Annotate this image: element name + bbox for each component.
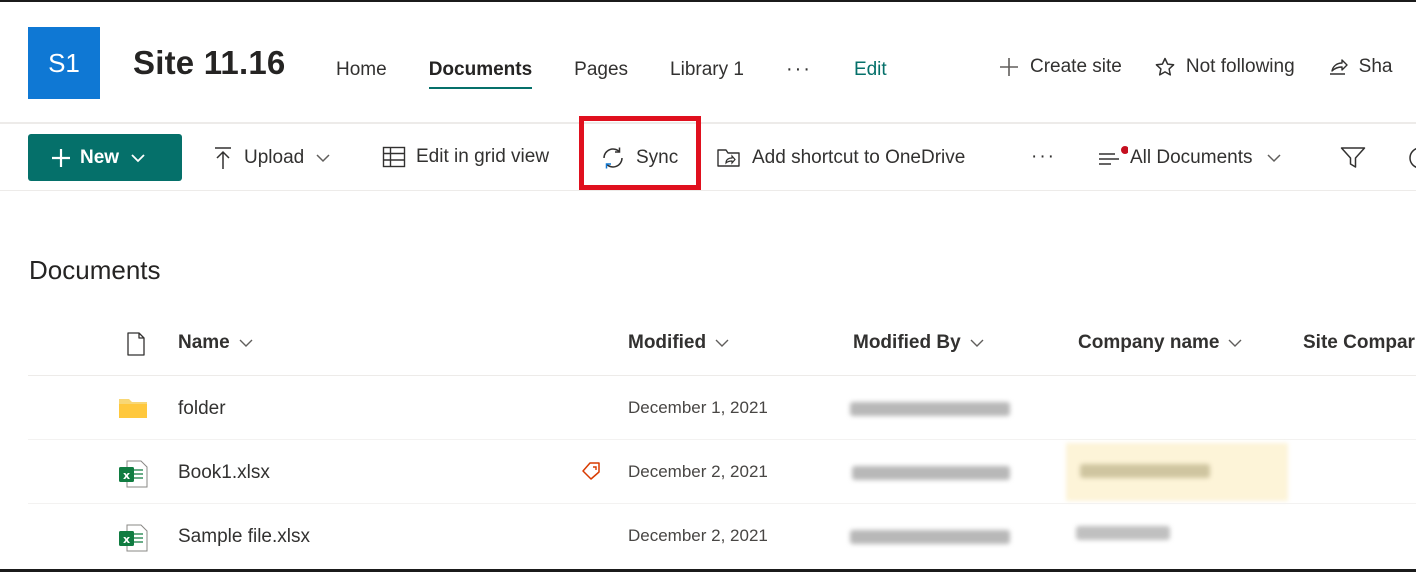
create-site-label: Create site: [1030, 56, 1122, 77]
name-column-label: Name: [178, 332, 230, 353]
site-nav: Home Documents Pages Library 1 ··· Edit: [336, 58, 887, 89]
plus-icon: [52, 148, 70, 167]
list-view-icon: [1099, 146, 1128, 165]
nav-more-button[interactable]: ···: [786, 58, 812, 89]
excel-icon: x: [119, 460, 148, 488]
svg-text:x: x: [123, 469, 130, 482]
nav-library-1[interactable]: Library 1: [670, 59, 744, 89]
redacted-modified-by: [850, 402, 1010, 416]
header-actions: Create site Not following Sha: [998, 56, 1416, 78]
upload-icon: [215, 147, 231, 169]
share-label: Sha: [1358, 56, 1393, 77]
edit-grid-view-button[interactable]: Edit in grid view: [382, 146, 549, 168]
name-column-header[interactable]: Name: [178, 332, 254, 354]
site-title[interactable]: Site 11.16: [133, 44, 285, 82]
sync-highlight-annotation: [579, 116, 701, 190]
library-title: Documents: [29, 255, 161, 285]
modified-date: December 2, 2021: [628, 462, 768, 481]
new-label: New: [80, 146, 120, 168]
svg-text:x: x: [123, 533, 130, 546]
modified-date: December 2, 2021: [628, 526, 768, 545]
modified-by-column-label: Modified By: [853, 332, 961, 353]
redacted-modified-by: [850, 530, 1010, 544]
chevron-down-icon: [316, 154, 330, 163]
modified-date: December 1, 2021: [628, 398, 768, 417]
share-icon: [1329, 59, 1348, 75]
table-row[interactable]: x Book1.xlsx December 2, 2021: [0, 440, 1416, 504]
info-icon: [1409, 148, 1416, 168]
not-following-button[interactable]: Not following: [1154, 56, 1295, 78]
file-icon: [127, 332, 145, 356]
chevron-down-icon: [1266, 154, 1281, 163]
chevron-down-icon: [1228, 339, 1242, 347]
view-label: All Documents: [1130, 147, 1253, 168]
command-bar-divider: [0, 190, 1416, 191]
company-name-column-header[interactable]: Company name: [1078, 332, 1243, 354]
view-switcher[interactable]: All Documents: [1098, 146, 1293, 170]
file-name[interactable]: Sample file.xlsx: [178, 526, 310, 548]
table-row[interactable]: x Sample file.xlsx December 2, 2021: [0, 504, 1416, 568]
not-following-label: Not following: [1185, 56, 1295, 77]
modified-column-label: Modified: [628, 332, 707, 353]
nav-pages[interactable]: Pages: [574, 59, 628, 89]
site-company-column-label: Site Compar: [1303, 332, 1415, 353]
table-header: Name Modified Modified By Company name S…: [0, 322, 1416, 376]
site-header: S1 Site 11.16 Home Documents Pages Libra…: [0, 2, 1416, 122]
add-shortcut-label: Add shortcut to OneDrive: [752, 147, 966, 168]
table-row[interactable]: folder December 1, 2021: [0, 376, 1416, 440]
modified-by-column-header[interactable]: Modified By: [853, 332, 985, 354]
chevron-down-icon: [239, 339, 253, 347]
site-company-column-header[interactable]: Site Compar: [1303, 332, 1415, 354]
star-icon: [1155, 57, 1175, 76]
filter-button[interactable]: [1340, 146, 1376, 170]
share-button[interactable]: Sha: [1327, 56, 1393, 78]
upload-label: Upload: [244, 147, 305, 168]
site-logo[interactable]: S1: [28, 27, 100, 99]
chevron-down-icon: [970, 339, 984, 347]
filter-icon: [1340, 147, 1366, 168]
new-button[interactable]: New: [28, 134, 182, 181]
nav-edit-link[interactable]: Edit: [854, 59, 887, 89]
file-name[interactable]: folder: [178, 398, 226, 420]
nav-home[interactable]: Home: [336, 59, 387, 89]
edit-grid-view-label: Edit in grid view: [416, 146, 550, 167]
shortcut-icon: [717, 149, 740, 167]
chevron-down-icon: [131, 153, 145, 162]
grid-icon: [382, 146, 406, 168]
file-type-column-header[interactable]: [118, 332, 146, 356]
plus-icon: [1000, 58, 1018, 76]
company-name-column-label: Company name: [1078, 332, 1220, 353]
info-button[interactable]: [1408, 146, 1416, 170]
chevron-down-icon: [715, 339, 729, 347]
redacted-company-text: [1080, 464, 1210, 478]
excel-icon: x: [119, 524, 148, 552]
more-commands-button[interactable]: ···: [1031, 146, 1056, 168]
add-shortcut-button[interactable]: Add shortcut to OneDrive: [716, 146, 965, 170]
modified-column-header[interactable]: Modified: [628, 332, 730, 354]
upload-button[interactable]: Upload: [212, 146, 342, 170]
redacted-company-name: [1076, 526, 1170, 540]
sharing-status-icon[interactable]: [580, 460, 602, 482]
folder-icon: [119, 399, 147, 418]
redacted-modified-by: [852, 466, 1010, 480]
command-bar: New Upload Edit in grid view Sync Add sh…: [0, 116, 1416, 190]
file-name[interactable]: Book1.xlsx: [178, 462, 270, 484]
nav-documents[interactable]: Documents: [428, 59, 533, 89]
create-site-button[interactable]: Create site: [998, 56, 1122, 78]
